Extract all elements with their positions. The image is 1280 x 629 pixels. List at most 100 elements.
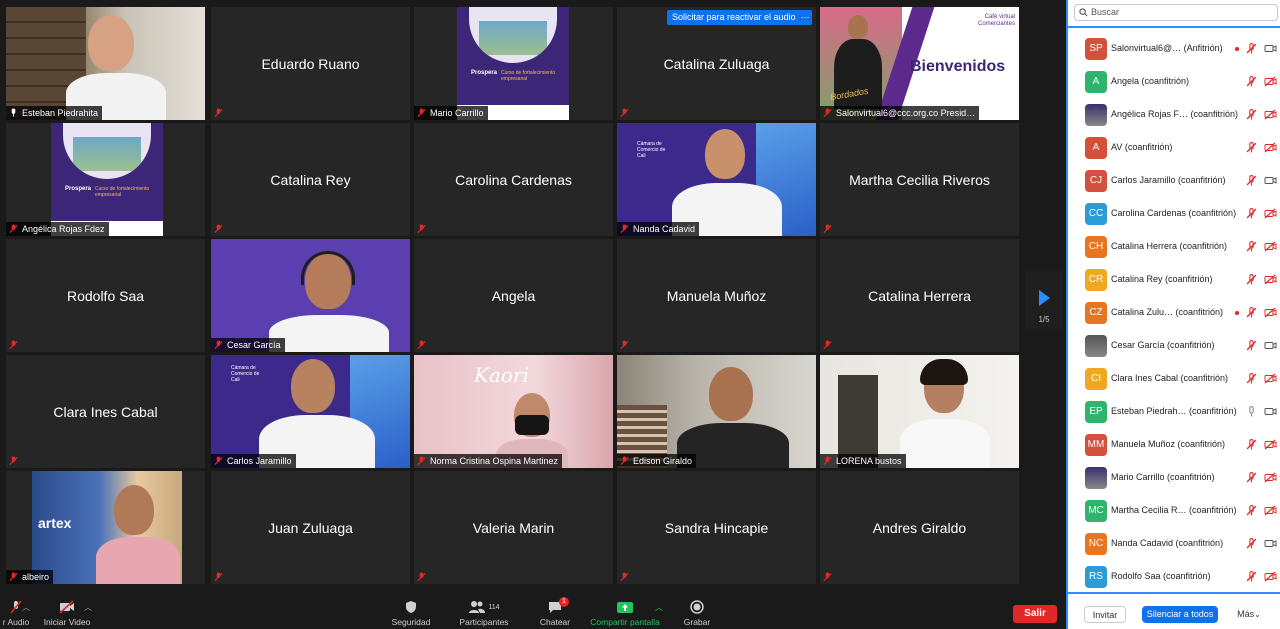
video-tile-angela[interactable]: Angela: [414, 239, 613, 352]
participant-row[interactable]: SP Salonvirtual6@… (Anfitrión): [1068, 32, 1280, 65]
participant-row[interactable]: MC Martha Cecilia R… (coanfitrión): [1068, 494, 1280, 527]
video-tile-juan[interactable]: Juan Zuluaga: [211, 471, 410, 584]
video-options-caret[interactable]: ︿: [83, 599, 93, 615]
camera-off-icon[interactable]: [1264, 274, 1277, 285]
video-tile-clara[interactable]: Clara Ines Cabal: [6, 355, 205, 468]
muted-mic-icon[interactable]: [1246, 439, 1257, 450]
video-tile-sandra[interactable]: Sandra Hincapie: [617, 471, 816, 584]
mute-all-button[interactable]: Silenciar a todos: [1142, 606, 1218, 623]
muted-mic-icon[interactable]: [1246, 208, 1257, 219]
request-unmute-button[interactable]: Solicitar para reactivar el audio: [667, 10, 801, 25]
muted-mic-icon[interactable]: [1246, 175, 1257, 186]
video-tile-valeria[interactable]: Valeria Marin: [414, 471, 613, 584]
muted-mic-icon[interactable]: [1246, 538, 1257, 549]
participant-search[interactable]: Buscar: [1074, 4, 1278, 21]
video-tile-andres[interactable]: Andres Giraldo: [820, 471, 1019, 584]
muted-mic-icon[interactable]: [1246, 307, 1257, 318]
participant-row[interactable]: CH Catalina Herrera (coanfitrión): [1068, 230, 1280, 263]
video-tile-angelica[interactable]: Prospera Curso de fortalecimiento empres…: [6, 123, 205, 236]
more-options-button[interactable]: ···: [798, 10, 812, 25]
participant-name: Rodolfo Saa: [66, 287, 145, 304]
camera-off-icon[interactable]: [1264, 208, 1277, 219]
participant-row[interactable]: Angélica Rojas F… (coanfitrión): [1068, 98, 1280, 131]
participant-row[interactable]: A AV (coanfitrión): [1068, 131, 1280, 164]
mic-icon[interactable]: [1246, 406, 1257, 417]
leave-meeting-button[interactable]: Salir: [1013, 605, 1057, 623]
video-tile-lorena[interactable]: LORENA bustos: [820, 355, 1019, 468]
video-tile-edison[interactable]: Edison Giraldo: [617, 355, 816, 468]
camera-icon[interactable]: [1264, 406, 1277, 417]
camera-icon[interactable]: [1264, 340, 1277, 351]
participant-row[interactable]: CR Catalina Rey (coanfitrión): [1068, 263, 1280, 296]
video-tile-catalina-rey[interactable]: Catalina Rey: [211, 123, 410, 236]
camera-off-icon[interactable]: [1264, 142, 1277, 153]
invite-button[interactable]: Invitar: [1084, 606, 1126, 623]
participant-row[interactable]: CI Clara Ines Cabal (coanfitrión): [1068, 362, 1280, 395]
camera-icon[interactable]: [1264, 43, 1277, 54]
video-tile-catalina-herrera[interactable]: Catalina Herrera: [820, 239, 1019, 352]
camera-off-icon[interactable]: [1264, 472, 1277, 483]
video-tile-rodolfo[interactable]: Rodolfo Saa: [6, 239, 205, 352]
audio-options-caret[interactable]: ︿: [21, 599, 31, 615]
video-tile-martha[interactable]: Martha Cecilia Riveros: [820, 123, 1019, 236]
camera-off-icon[interactable]: [1264, 439, 1277, 450]
participant-row[interactable]: MM Manuela Muñoz (coanfitrión): [1068, 428, 1280, 461]
muted-mic-icon[interactable]: [1246, 142, 1257, 153]
camera-icon[interactable]: [1264, 175, 1277, 186]
share-options-caret[interactable]: ︿: [654, 599, 664, 615]
video-tile-carlos[interactable]: Cámara de Comercio de Cali Carlos Jarami…: [211, 355, 410, 468]
video-tile-carolina[interactable]: Carolina Cardenas: [414, 123, 613, 236]
camera-off-icon[interactable]: [1264, 241, 1277, 252]
video-tile-norma[interactable]: Kaori Norma Cristina Ospina Martinez: [414, 355, 613, 468]
participant-row[interactable]: EP Esteban Piedrah… (coanfitrión): [1068, 395, 1280, 428]
muted-mic-icon[interactable]: [1246, 571, 1257, 582]
video-tile-salonvirtual[interactable]: Bordados Café virtual Comerciantes Bienv…: [820, 7, 1019, 120]
chevron-up-icon: ︿: [84, 602, 92, 612]
video-tile-catalina-zuluaga[interactable]: Catalina Zuluaga Solicitar para reactiva…: [617, 7, 816, 120]
participant-name: Valeria Marin: [472, 519, 555, 536]
muted-mic-icon[interactable]: [1246, 472, 1257, 483]
video-tile-cesar[interactable]: Cesar García: [211, 239, 410, 352]
camera-off-icon[interactable]: [1264, 571, 1277, 582]
video-tile-nanda[interactable]: Cámara de Comercio de Cali Nanda Cadavid: [617, 123, 816, 236]
muted-mic-icon[interactable]: [1246, 241, 1257, 252]
participant-row[interactable]: CJ Carlos Jaramillo (coanfitrión): [1068, 164, 1280, 197]
video-tile-eduardo[interactable]: Eduardo Ruano: [211, 7, 410, 120]
participant-row[interactable]: Mario Carrillo (coanfitrión): [1068, 461, 1280, 494]
muted-mic-icon[interactable]: [1246, 340, 1257, 351]
participant-name: AV (coanfitrión): [1111, 142, 1173, 152]
camera-off-icon[interactable]: [1264, 109, 1277, 120]
camera-off-icon[interactable]: [1264, 373, 1277, 384]
muted-mic-icon[interactable]: [1246, 373, 1257, 384]
chat-button[interactable]: 1 Chatear: [535, 597, 575, 627]
muted-mic-icon[interactable]: [1246, 274, 1257, 285]
participant-row[interactable]: RS Rodolfo Saa (coanfitrión): [1068, 560, 1280, 592]
participant-row[interactable]: CZ Catalina Zulu… (coanfitrión): [1068, 296, 1280, 329]
video-tile-mario[interactable]: Prospera Curso de fortalecimiento empres…: [414, 7, 613, 120]
video-tile-manuela[interactable]: Manuela Muñoz: [617, 239, 816, 352]
camera-off-icon[interactable]: [1264, 307, 1277, 318]
muted-mic-icon[interactable]: [1246, 76, 1257, 87]
camera-icon[interactable]: [1264, 538, 1277, 549]
participant-label: Nanda Cadavid: [617, 222, 700, 236]
participant-row[interactable]: NC Nanda Cadavid (coanfitrión): [1068, 527, 1280, 560]
camera-off-icon[interactable]: [1264, 505, 1277, 516]
muted-mic-icon: [620, 572, 629, 582]
record-button[interactable]: Grabar: [680, 599, 714, 627]
security-button[interactable]: Seguridad: [388, 599, 434, 627]
camera-off-icon[interactable]: [1264, 76, 1277, 87]
more-button[interactable]: Más⌄: [1232, 606, 1266, 623]
participant-row[interactable]: CC Carolina Cardenas (coanfitrión): [1068, 197, 1280, 230]
participant-name: Catalina Herrera: [868, 287, 971, 304]
video-tile-esteban[interactable]: Esteban Piedrahita: [6, 7, 205, 120]
share-screen-button[interactable]: Compartir pantalla: [586, 599, 664, 627]
participants-button[interactable]: 114 Participantes: [455, 599, 513, 627]
muted-mic-icon[interactable]: [1246, 109, 1257, 120]
video-tile-albeiro[interactable]: artex albeiro: [6, 471, 205, 584]
participant-row[interactable]: Cesar García (coanfitrión): [1068, 329, 1280, 362]
next-page-button[interactable]: 1/5: [1025, 270, 1063, 330]
muted-mic-icon[interactable]: [1246, 505, 1257, 516]
participant-row[interactable]: A Angela (coanfitrión): [1068, 65, 1280, 98]
logo-text: Cámara de Comercio de Cali: [637, 141, 666, 159]
muted-mic-icon[interactable]: [1246, 43, 1257, 54]
